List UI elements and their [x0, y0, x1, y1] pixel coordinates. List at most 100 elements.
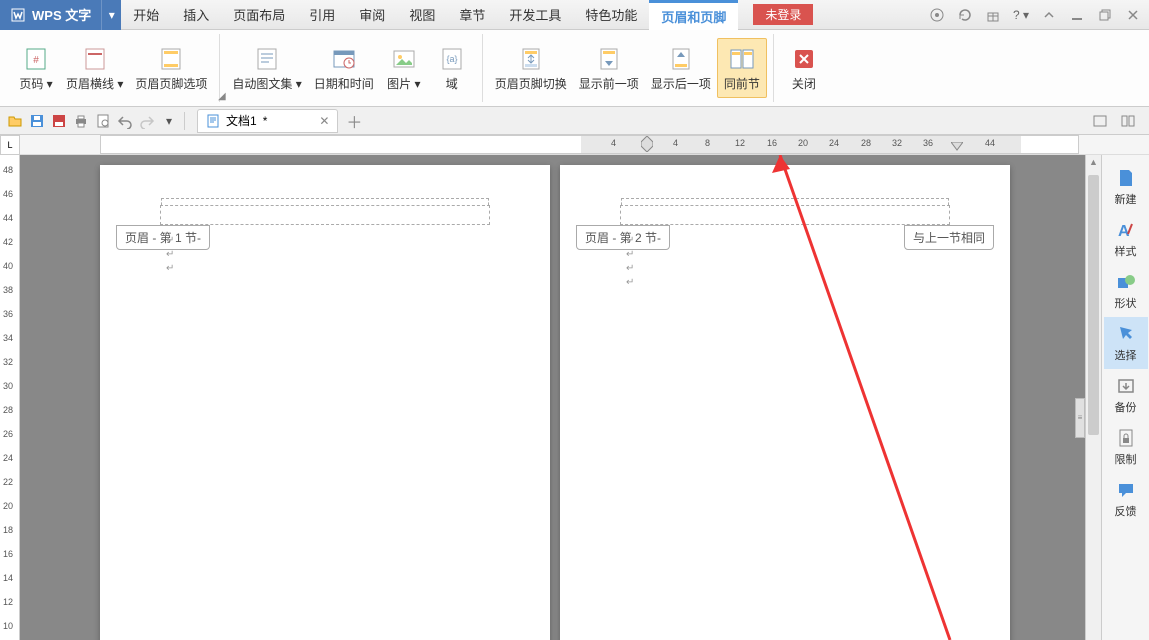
svg-text:#: #	[33, 55, 39, 66]
picture-button[interactable]: 图片 ▾	[380, 38, 428, 98]
paragraph-mark-icon: ↵	[626, 249, 634, 260]
select-icon	[1115, 323, 1137, 345]
doc-icon	[206, 114, 220, 128]
file-icon	[1115, 167, 1137, 189]
close-icon	[790, 45, 818, 73]
side-select[interactable]: 选择	[1104, 317, 1148, 369]
indent-marker-icon[interactable]	[641, 136, 653, 152]
hf-switch-icon	[517, 45, 545, 73]
tab-insert[interactable]: 插入	[171, 0, 221, 30]
app-menu-dropdown[interactable]: ▾	[101, 0, 121, 30]
tab-review[interactable]: 审阅	[347, 0, 397, 30]
minimize-icon[interactable]	[1067, 5, 1087, 25]
collapse-ribbon-icon[interactable]	[1039, 5, 1059, 25]
auto-gallery-button[interactable]: 自动图文集 ▾	[226, 38, 307, 98]
login-status[interactable]: 未登录	[753, 4, 813, 25]
panel-collapse-handle[interactable]: ≡	[1075, 398, 1085, 438]
close-tab-icon[interactable]: ✕	[319, 114, 329, 128]
show-next-button[interactable]: 显示后一项	[645, 38, 717, 98]
page-1[interactable]: 页眉 - 第 1 节- ↵ ↵ ↵	[100, 165, 550, 640]
gift-icon[interactable]	[983, 5, 1003, 25]
undo-icon[interactable]	[114, 110, 136, 132]
help-icon[interactable]: ? ▾	[1011, 5, 1031, 25]
paragraph-mark-icon: ↵	[166, 263, 174, 274]
paragraph-mark-icon: ↵	[626, 235, 634, 246]
date-time-button[interactable]: 日期和时间	[308, 38, 380, 98]
tab-view[interactable]: 视图	[397, 0, 447, 30]
side-backup[interactable]: 备份	[1104, 369, 1148, 421]
header-region-1[interactable]	[160, 205, 490, 225]
field-button[interactable]: {a} 域	[428, 38, 476, 98]
tab-special[interactable]: 特色功能	[573, 0, 649, 30]
refresh-icon[interactable]	[955, 5, 975, 25]
doc-modified-indicator: *	[263, 114, 268, 128]
close-window-icon[interactable]	[1123, 5, 1143, 25]
document-canvas[interactable]: 页眉 - 第 1 节- ↵ ↵ ↵ 页眉 - 第 2 节- 与上一节相同 ↵ ↵…	[20, 155, 1085, 640]
paragraph-mark-icon: ↵	[626, 277, 634, 288]
hf-switch-button[interactable]: 页眉页脚切换	[489, 38, 573, 98]
split-view-icon[interactable]	[1117, 110, 1139, 132]
svg-text:{a}: {a}	[446, 54, 457, 64]
tab-section[interactable]: 章节	[447, 0, 497, 30]
header-footer-options-icon	[157, 45, 185, 73]
print-preview-icon[interactable]	[92, 110, 114, 132]
scroll-thumb[interactable]	[1088, 175, 1099, 435]
shape-icon	[1115, 271, 1137, 293]
quick-access-bar: ▾ 文档1 * ✕ ＋	[0, 107, 1149, 135]
page-2[interactable]: 页眉 - 第 2 节- 与上一节相同 ↵ ↵ ↵ ↵	[560, 165, 1010, 640]
tab-devtools[interactable]: 开发工具	[497, 0, 573, 30]
saveas-icon[interactable]	[48, 110, 70, 132]
style-icon: A	[1115, 219, 1137, 241]
qa-more-icon[interactable]: ▾	[158, 110, 180, 132]
horizontal-ruler[interactable]: 4 4 8 12 16 20 24 28 32 36 44	[100, 135, 1079, 154]
open-icon[interactable]	[4, 110, 26, 132]
skin-icon[interactable]	[927, 5, 947, 25]
header-region-2[interactable]	[620, 205, 950, 225]
page-number-button[interactable]: # 页码 ▾	[12, 38, 60, 98]
show-prev-icon	[595, 45, 623, 73]
header-tag-2-left: 页眉 - 第 2 节-	[576, 225, 670, 250]
app-name: WPS 文字	[32, 5, 91, 24]
page-number-icon: #	[22, 45, 50, 73]
picture-icon	[390, 45, 418, 73]
app-logo: WPS 文字	[0, 0, 101, 30]
same-as-previous-icon	[728, 45, 756, 73]
redo-icon[interactable]	[136, 110, 158, 132]
header-footer-options-button[interactable]: 页眉页脚选项	[129, 38, 213, 98]
show-next-icon	[667, 45, 695, 73]
tab-home[interactable]: 开始	[121, 0, 171, 30]
new-tab-button[interactable]: ＋	[346, 109, 362, 133]
date-time-icon	[330, 45, 358, 73]
side-feedback[interactable]: 反馈	[1104, 473, 1148, 525]
print-icon[interactable]	[70, 110, 92, 132]
side-new[interactable]: 新建	[1104, 161, 1148, 213]
tab-pagelayout[interactable]: 页面布局	[221, 0, 297, 30]
backup-icon	[1115, 375, 1137, 397]
ribbon-launcher-icon[interactable]: ◢	[218, 91, 226, 102]
vertical-scrollbar[interactable]: ▲	[1085, 155, 1101, 640]
tab-headerfooter[interactable]: 页眉和页脚	[649, 0, 738, 30]
save-icon[interactable]	[26, 110, 48, 132]
doc-tab-name: 文档1	[226, 112, 257, 129]
header-line-button[interactable]: 页眉横线 ▾	[60, 38, 129, 98]
side-styles[interactable]: A 样式	[1104, 213, 1148, 265]
right-indent-marker-icon[interactable]	[951, 142, 963, 152]
scroll-up-icon[interactable]: ▲	[1086, 155, 1101, 167]
document-tab[interactable]: 文档1 * ✕	[197, 109, 338, 133]
side-shapes[interactable]: 形状	[1104, 265, 1148, 317]
feedback-icon	[1115, 479, 1137, 501]
header-tag-1: 页眉 - 第 1 节-	[116, 225, 210, 250]
restore-icon[interactable]	[1095, 5, 1115, 25]
ruler-corner[interactable]: L	[0, 135, 20, 155]
window-mode-icon[interactable]	[1089, 110, 1111, 132]
header-tag-2-right: 与上一节相同	[904, 225, 994, 250]
side-restrict[interactable]: 限制	[1104, 421, 1148, 473]
close-hf-button[interactable]: 关闭	[780, 38, 828, 98]
ribbon: # 页码 ▾ 页眉横线 ▾ 页眉页脚选项 自动图文集 ▾ 日期和时间 图片 ▾ …	[0, 30, 1149, 107]
auto-gallery-icon	[253, 45, 281, 73]
same-as-previous-button[interactable]: 同前节	[717, 38, 767, 98]
paragraph-mark-icon: ↵	[166, 249, 174, 260]
vertical-ruler[interactable]: 48 46 44 42 40 38 36 34 32 30 28 26 24 2…	[0, 155, 20, 640]
show-prev-button[interactable]: 显示前一项	[573, 38, 645, 98]
tab-reference[interactable]: 引用	[297, 0, 347, 30]
